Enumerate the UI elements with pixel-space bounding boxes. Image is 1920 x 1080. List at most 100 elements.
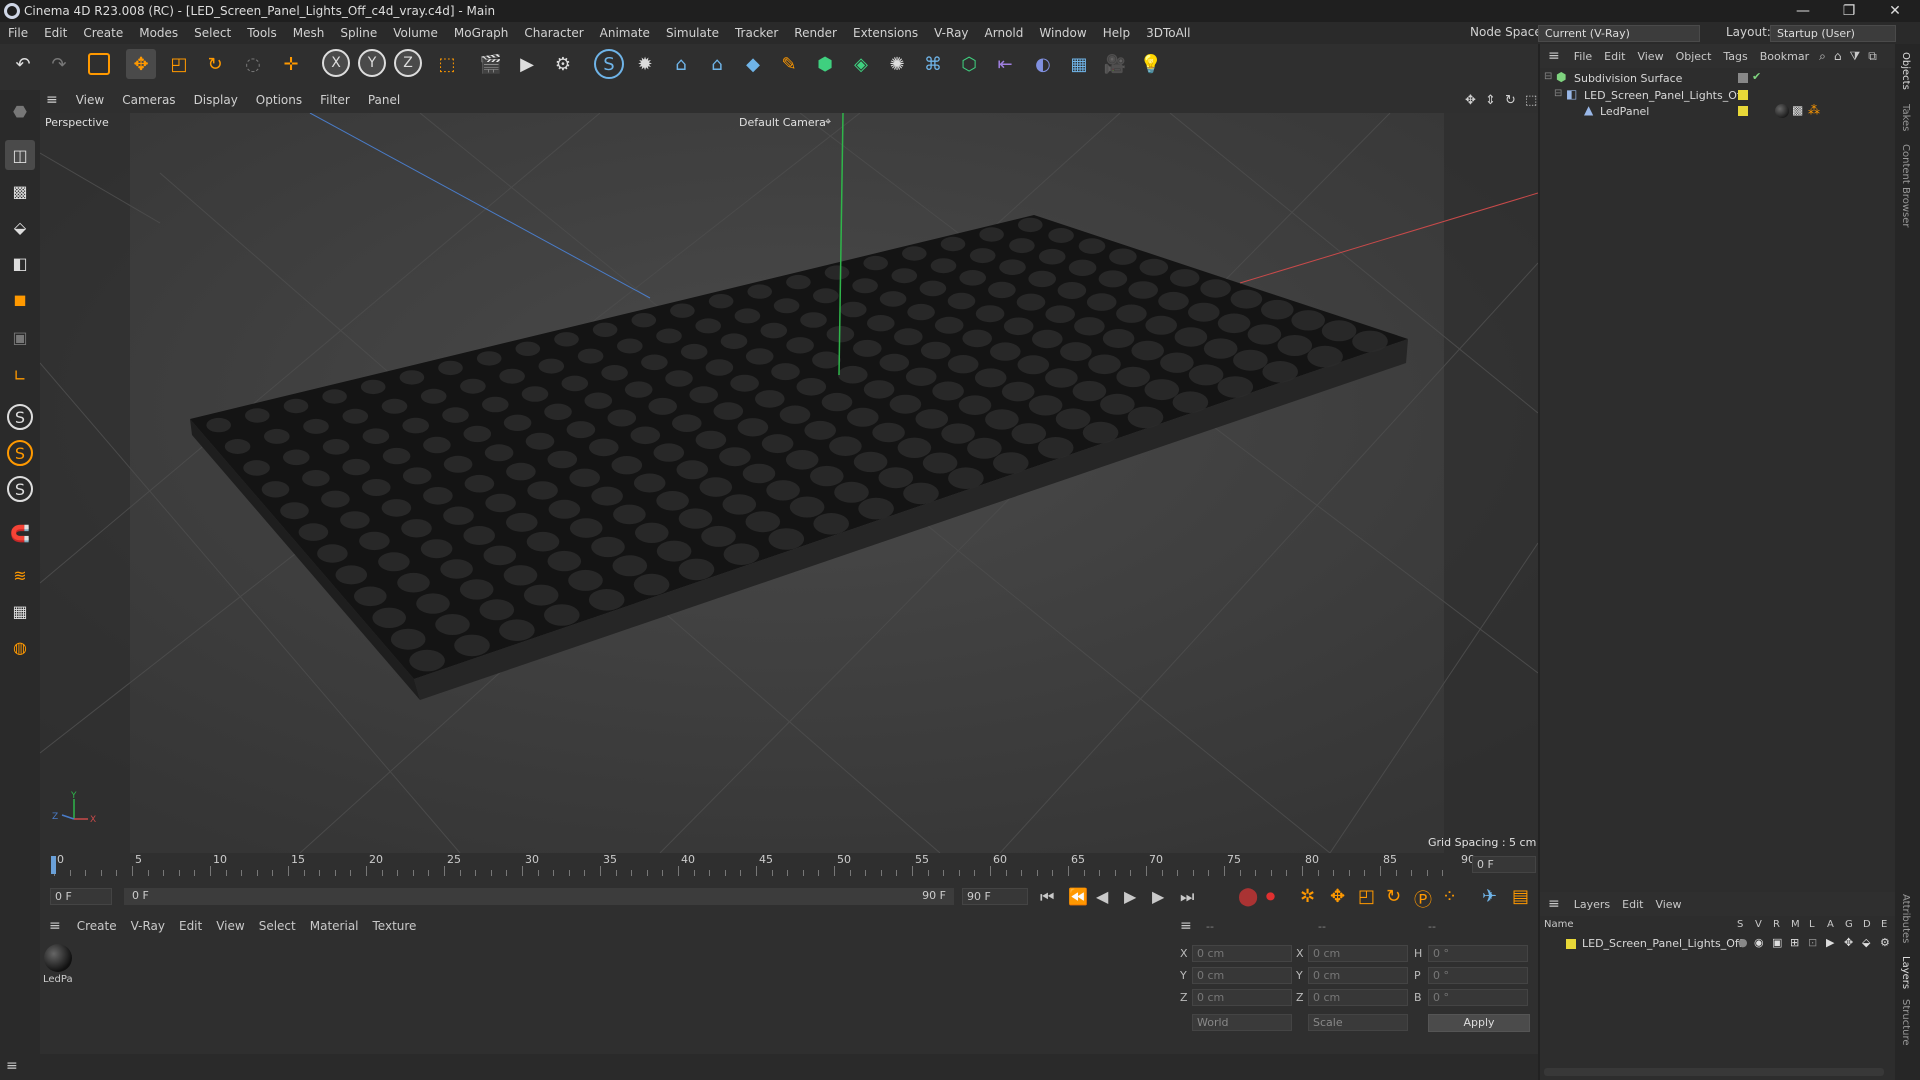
- perspective-viewport[interactable]: Perspective Default Camera ⌖ Grid Spacin…: [40, 113, 1538, 853]
- object-name[interactable]: LED_Screen_Panel_Lights_Off: [1584, 89, 1744, 102]
- filter-icon[interactable]: ⧩: [1845, 49, 1864, 64]
- menu-volume[interactable]: Volume: [385, 26, 446, 40]
- key-param-icon[interactable]: Ⓟ: [1414, 886, 1432, 912]
- lock-workplane-icon[interactable]: ≋: [5, 560, 35, 590]
- key-position-icon[interactable]: ✥: [1330, 886, 1345, 907]
- scale-icon[interactable]: ◰: [164, 49, 194, 79]
- menu-file[interactable]: File: [0, 26, 36, 40]
- render-icon[interactable]: ▣: [1772, 936, 1782, 949]
- edges-mode-icon[interactable]: ◧: [5, 248, 35, 278]
- pos-x-field[interactable]: 0 cm: [1192, 945, 1292, 962]
- rot-h-field[interactable]: 0 °: [1428, 945, 1528, 962]
- material-menu-create[interactable]: Create: [70, 919, 124, 933]
- minimize-icon[interactable]: —: [1780, 0, 1826, 22]
- autokey-icon[interactable]: ⏺: [1266, 886, 1275, 907]
- uv-mode-icon[interactable]: ▣: [5, 322, 35, 352]
- material-menu-edit[interactable]: Edit: [172, 919, 209, 933]
- viewport-menu-filter[interactable]: Filter: [311, 93, 359, 107]
- solo-icon[interactable]: ●: [1738, 936, 1748, 949]
- menu-arnold[interactable]: Arnold: [977, 26, 1032, 40]
- coordinate-mode-dropdown[interactable]: Scale: [1308, 1014, 1408, 1031]
- menu-vray[interactable]: V-Ray: [926, 26, 976, 40]
- texture-mode-icon[interactable]: ▩: [5, 176, 35, 206]
- layer-color-icon[interactable]: [1738, 73, 1748, 83]
- size-y-field[interactable]: 0 cm: [1308, 967, 1408, 984]
- keyframe-selection-icon[interactable]: ✲: [1300, 886, 1315, 907]
- tab-content-browser[interactable]: Content Browser: [1900, 144, 1911, 227]
- tab-structure[interactable]: Structure: [1900, 999, 1911, 1046]
- coordinate-system-icon[interactable]: ⬚: [432, 49, 462, 79]
- current-frame-field[interactable]: 0 F: [1472, 856, 1536, 873]
- pen-icon[interactable]: ✎: [774, 49, 804, 79]
- menu-3dtoall[interactable]: 3DToAll: [1138, 26, 1198, 40]
- apply-button[interactable]: Apply: [1428, 1014, 1530, 1032]
- manager-icon[interactable]: ⊞: [1790, 936, 1799, 949]
- menu-create[interactable]: Create: [75, 26, 131, 40]
- material-menu-view[interactable]: View: [209, 919, 251, 933]
- tab-takes[interactable]: Takes: [1900, 104, 1911, 131]
- objects-menu-edit[interactable]: Edit: [1598, 50, 1631, 63]
- search-icon[interactable]: ⌕: [1815, 49, 1830, 64]
- objects-menu-view[interactable]: View: [1631, 50, 1669, 63]
- material-menu-icon[interactable]: ≡: [40, 918, 70, 934]
- layers-menu-layers[interactable]: Layers: [1568, 898, 1616, 911]
- workplane-icon[interactable]: 🧲: [5, 518, 35, 548]
- redo-icon[interactable]: ↷: [44, 49, 74, 79]
- key-rotation-icon[interactable]: ↻: [1386, 886, 1401, 907]
- tab-objects[interactable]: Objects: [1900, 52, 1911, 90]
- step-forward-icon[interactable]: ▶: [1152, 887, 1164, 906]
- polygons-mode-icon[interactable]: ◼: [5, 284, 35, 314]
- render-to-picture-viewer-icon[interactable]: ▶: [512, 49, 542, 79]
- material-menu-material[interactable]: Material: [303, 919, 366, 933]
- menu-render[interactable]: Render: [786, 26, 845, 40]
- model-mode-icon[interactable]: ◫: [5, 140, 35, 170]
- node-space-dropdown[interactable]: Current (V-Ray): [1538, 25, 1700, 42]
- object-row[interactable]: ⊟ ⬢ Subdivision Surface ✔: [1540, 70, 1895, 88]
- points-mode-icon[interactable]: ⬙: [5, 212, 35, 242]
- layer-color-icon[interactable]: [1738, 106, 1748, 116]
- camera-icon[interactable]: 🎥: [1100, 49, 1130, 79]
- layout-dropdown[interactable]: Startup (User): [1770, 25, 1896, 42]
- enabled-check-icon[interactable]: ✔: [1752, 70, 1761, 83]
- previous-key-icon[interactable]: ⏪: [1068, 887, 1088, 906]
- coordinate-space-dropdown[interactable]: World: [1192, 1014, 1292, 1031]
- layer-name[interactable]: LED_Screen_Panel_Lights_Off: [1582, 937, 1742, 950]
- gear-icon[interactable]: ✹: [630, 49, 660, 79]
- material-name[interactable]: LedPa: [43, 974, 73, 985]
- cloner-icon[interactable]: ⬡: [954, 49, 984, 79]
- animation-icon[interactable]: ▶: [1826, 936, 1834, 949]
- python-script-icon[interactable]: ⌂: [702, 49, 732, 79]
- play-icon[interactable]: ▶: [1124, 887, 1136, 906]
- timeline-window-icon[interactable]: ▤: [1512, 886, 1529, 907]
- step-back-icon[interactable]: ◀: [1096, 887, 1108, 906]
- render-settings-icon[interactable]: ⚙: [548, 49, 578, 79]
- grid-icon[interactable]: ▦: [5, 596, 35, 626]
- objects-menu-bookmarks[interactable]: Bookmar: [1754, 50, 1815, 63]
- home-icon[interactable]: ⌂: [1830, 49, 1846, 63]
- generator-icon[interactable]: ⬢: [810, 49, 840, 79]
- menu-window[interactable]: Window: [1031, 26, 1094, 40]
- render-view-icon[interactable]: 🎬: [476, 49, 506, 79]
- x-axis-icon[interactable]: X: [322, 49, 350, 77]
- cube-icon[interactable]: ◆: [738, 49, 768, 79]
- close-icon[interactable]: ✕: [1872, 0, 1918, 22]
- menu-extensions[interactable]: Extensions: [845, 26, 926, 40]
- add-icon[interactable]: ✛: [276, 49, 306, 79]
- lock-icon[interactable]: ⊡: [1808, 936, 1817, 949]
- move-icon[interactable]: ✥: [126, 49, 156, 79]
- deformer-icon[interactable]: ⬙: [1862, 936, 1870, 949]
- phong-tag-icon[interactable]: ⁂: [1808, 103, 1820, 117]
- menu-tracker[interactable]: Tracker: [727, 26, 786, 40]
- expression-icon[interactable]: ⚙: [1880, 936, 1890, 949]
- end-frame-field[interactable]: 90 F: [962, 888, 1028, 905]
- size-z-field[interactable]: 0 cm: [1308, 989, 1408, 1006]
- key-pla-icon[interactable]: ⁘: [1442, 886, 1457, 907]
- timeline-ruler[interactable]: 0 5 10 15 20 25 30 35 40 45 50 55 60 65 70 75 80 85 90 0 F: [40, 853, 1538, 876]
- rotate-icon[interactable]: ↻: [200, 49, 230, 79]
- viewport-menu-view[interactable]: View: [67, 93, 113, 107]
- generator-icon[interactable]: ✥: [1844, 936, 1853, 949]
- snap-icon[interactable]: S: [7, 404, 33, 430]
- layers-scrollbar[interactable]: [1544, 1068, 1884, 1076]
- object-name[interactable]: LedPanel: [1600, 105, 1649, 118]
- menu-select[interactable]: Select: [186, 26, 239, 40]
